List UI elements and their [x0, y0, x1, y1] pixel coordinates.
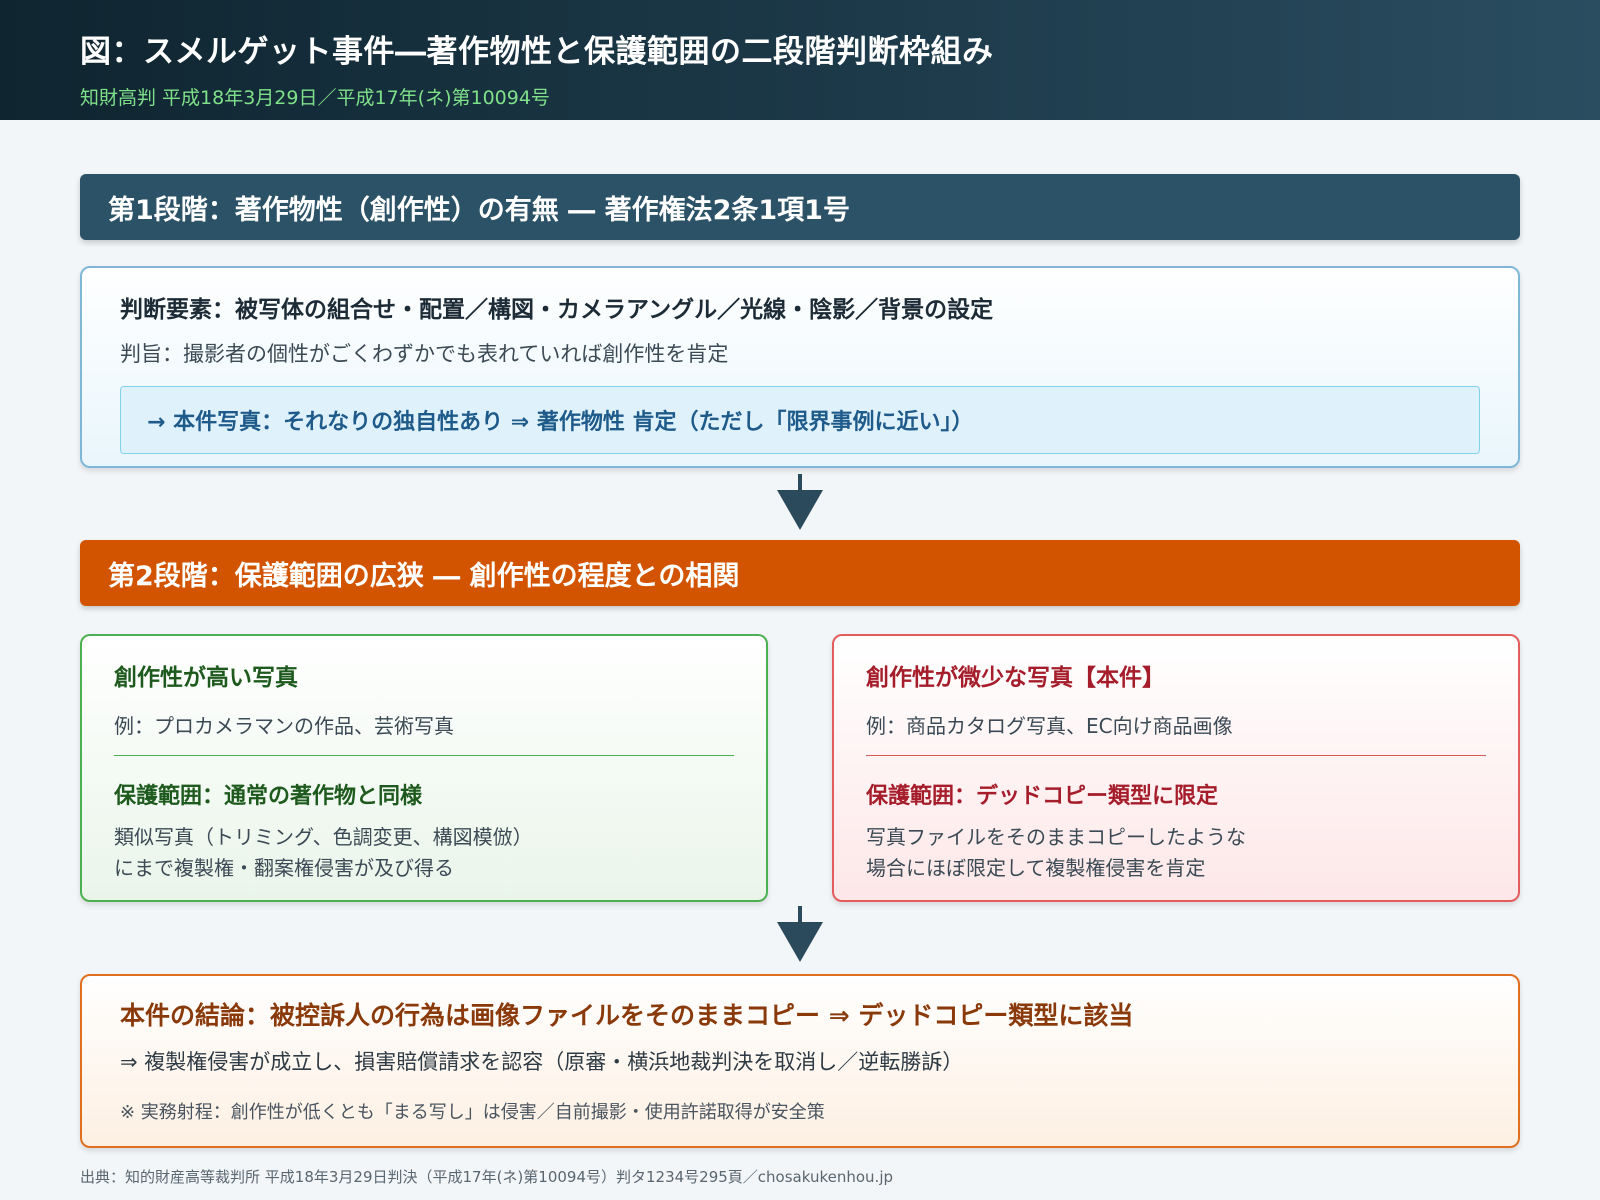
- stage1-result: → 本件写真：それなりの独自性あり ⇒ 著作物性 肯定（ただし「限界事例に近い」…: [120, 386, 1480, 454]
- low-creativity-card: 創作性が微少な写真【本件】 例：商品カタログ写真、EC向け商品画像 保護範囲：デ…: [832, 634, 1520, 902]
- scope-line: 写真ファイルをそのままコピーしたような: [866, 825, 1246, 849]
- high-creativity-card: 創作性が高い写真 例：プロカメラマンの作品、芸術写真 保護範囲：通常の著作物と同…: [80, 634, 768, 902]
- stage1-factors: 判断要素：被写体の組合せ・配置／構図・カメラアングル／光線・陰影／背景の設定: [120, 297, 994, 323]
- header: 図：スメルゲット事件―著作物性と保護範囲の二段階判断枠組み 知財高判 平成18年…: [0, 0, 1600, 120]
- conclusion-card: 本件の結論：被控訴人の行為は画像ファイルをそのままコピー ⇒ デッドコピー類型に…: [80, 974, 1520, 1148]
- divider: [114, 755, 734, 756]
- divider: [866, 755, 1486, 756]
- stage1-bar: 第1段階：著作物性（創作性）の有無 ― 著作権法2条1項1号: [80, 174, 1520, 240]
- page-subtitle: 知財高判 平成18年3月29日／平成17年(ネ)第10094号: [80, 87, 550, 109]
- high-creativity-scope-text: 類似写真（トリミング、色調変更、構図模倣） にまで複製権・翻案権侵害が及び得る: [114, 822, 734, 884]
- low-creativity-scope-title: 保護範囲：デッドコピー類型に限定: [866, 784, 1219, 809]
- conclusion-title: 本件の結論：被控訴人の行為は画像ファイルをそのままコピー ⇒ デッドコピー類型に…: [120, 1001, 1134, 1030]
- scope-line: 場合にほぼ限定して複製権侵害を肯定: [866, 856, 1206, 880]
- high-creativity-example: 例：プロカメラマンの作品、芸術写真: [114, 714, 454, 738]
- stage1-holding: 判旨：撮影者の個性がごくわずかでも表れていれば創作性を肯定: [120, 342, 729, 366]
- low-creativity-example: 例：商品カタログ写真、EC向け商品画像: [866, 714, 1233, 738]
- scope-line: 類似写真（トリミング、色調変更、構図模倣）: [114, 825, 533, 849]
- high-creativity-title: 創作性が高い写真: [114, 665, 298, 691]
- stage1-card: 判断要素：被写体の組合せ・配置／構図・カメラアングル／光線・陰影／背景の設定 判…: [80, 266, 1520, 468]
- scope-line: にまで複製権・翻案権侵害が及び得る: [114, 856, 454, 880]
- down-arrow-icon: [777, 906, 823, 964]
- source-footer: 出典：知的財産高等裁判所 平成18年3月29日判決（平成17年(ネ)第10094…: [80, 1168, 894, 1186]
- conclusion-subtext: ⇒ 複製権侵害が成立し、損害賠償請求を認容（原審・横浜地裁判決を取消し／逆転勝訴…: [120, 1050, 964, 1074]
- low-creativity-scope-text: 写真ファイルをそのままコピーしたような 場合にほぼ限定して複製権侵害を肯定: [866, 822, 1486, 884]
- stage2-bar: 第2段階：保護範囲の広狭 ― 創作性の程度との相関: [80, 540, 1520, 606]
- conclusion-note: ※ 実務射程：創作性が低くとも「まる写し」は侵害／自前撮影・使用許諾取得が安全策: [120, 1102, 825, 1123]
- page-title: 図：スメルゲット事件―著作物性と保護範囲の二段階判断枠組み: [80, 34, 994, 70]
- down-arrow-icon: [777, 474, 823, 532]
- low-creativity-title: 創作性が微少な写真【本件】: [866, 665, 1165, 691]
- high-creativity-scope-title: 保護範囲：通常の著作物と同様: [114, 784, 423, 809]
